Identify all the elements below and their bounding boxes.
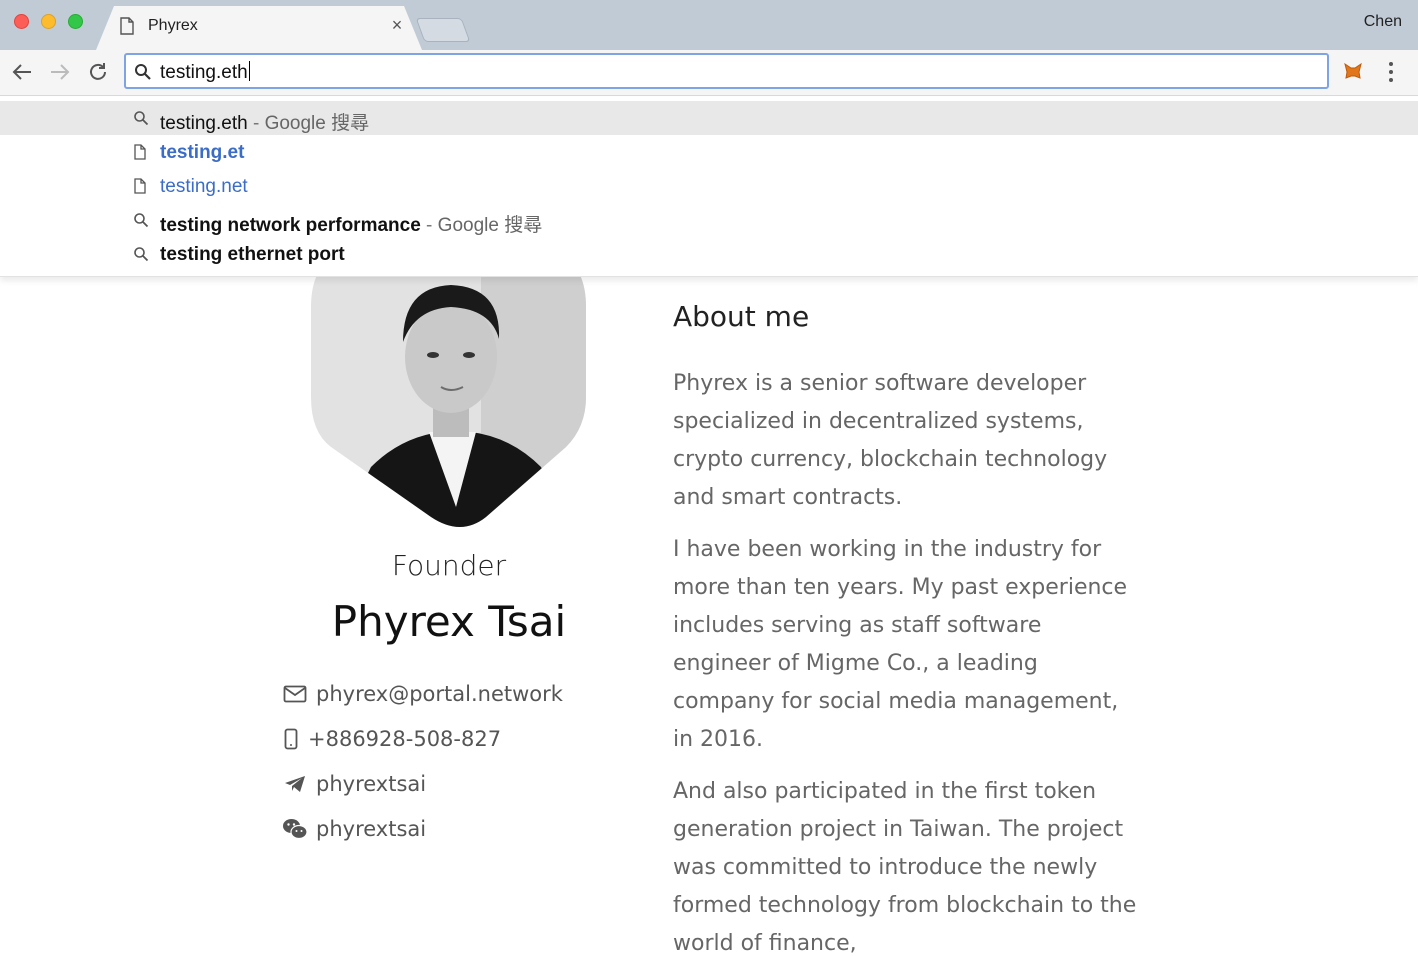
title-bar: Phyrex × Chen: [0, 0, 1418, 50]
address-bar[interactable]: testing.eth: [124, 53, 1329, 89]
suggestion-item[interactable]: testing ethernet port: [0, 237, 1418, 271]
search-icon: [134, 63, 152, 86]
contact-email[interactable]: phyrex@portal.network: [282, 679, 563, 709]
metamask-extension-icon[interactable]: [1343, 62, 1363, 85]
page-icon: [133, 178, 149, 194]
menu-dot: [1389, 62, 1393, 66]
suggestion-separator: -: [247, 113, 265, 134]
tab-title: Phyrex: [148, 17, 198, 34]
minimize-window-button[interactable]: [41, 14, 56, 29]
contact-phone-text[interactable]: +886928-508-827: [308, 727, 501, 751]
envelope-icon: [282, 683, 308, 705]
address-bar-text[interactable]: testing.eth: [160, 61, 250, 84]
profile-photo: [311, 247, 586, 527]
profile-name-heading: Phyrex Tsai: [331, 597, 567, 646]
reload-button[interactable]: [83, 57, 113, 87]
browser-menu-button[interactable]: [1380, 60, 1402, 84]
suggestion-text: testing.eth: [160, 113, 248, 134]
about-heading: About me: [673, 300, 810, 333]
suggestion-engine: Google 搜尋: [264, 113, 370, 134]
menu-dot: [1389, 70, 1393, 74]
forward-arrow-icon: [51, 64, 70, 80]
search-icon: [133, 212, 149, 228]
profile-role: Founder: [391, 549, 507, 582]
suggestion-item[interactable]: testing.net: [0, 169, 1418, 203]
suggestion-item[interactable]: testing.et: [0, 135, 1418, 169]
contact-telegram[interactable]: phyrextsai: [282, 769, 426, 799]
page-icon: [120, 17, 134, 40]
new-tab-button[interactable]: [415, 18, 471, 42]
menu-dot: [1389, 78, 1393, 82]
contact-telegram-text[interactable]: phyrextsai: [316, 772, 426, 796]
suggestion-engine: Google 搜尋: [437, 215, 543, 236]
forward-button[interactable]: [45, 57, 75, 87]
profile-name[interactable]: Chen: [1364, 13, 1402, 31]
about-paragraph: And also participated in the first token…: [673, 779, 1137, 956]
suggestion-item[interactable]: testing network performance - Google 搜尋: [0, 203, 1418, 237]
contact-wechat-text[interactable]: phyrextsai: [316, 817, 426, 841]
back-button[interactable]: [7, 57, 37, 87]
about-paragraph: I have been working in the industry for …: [673, 537, 1128, 752]
tab-phyrex[interactable]: [96, 6, 422, 50]
about-paragraph: Phyrex is a senior software developer sp…: [673, 371, 1108, 510]
phone-icon: [282, 728, 300, 750]
suggestion-item[interactable]: testing.eth - Google 搜尋: [0, 101, 1418, 135]
tab-close-icon[interactable]: ×: [386, 13, 408, 37]
search-icon: [133, 246, 149, 262]
suggestion-separator: -: [420, 215, 438, 236]
contact-phone[interactable]: +886928-508-827: [282, 724, 501, 754]
suggestion-url: testing.net: [160, 176, 248, 197]
contact-wechat[interactable]: phyrextsai: [282, 814, 426, 844]
page-icon: [133, 144, 149, 160]
suggestion-url: testing.et: [160, 142, 245, 163]
close-window-button[interactable]: [14, 14, 29, 29]
telegram-icon: [282, 773, 308, 795]
search-icon: [133, 110, 149, 126]
maximize-window-button[interactable]: [68, 14, 83, 29]
suggestion-text: testing ethernet port: [160, 244, 345, 265]
text-cursor: [248, 61, 250, 81]
omnibox-suggestions: testing.eth - Google 搜尋 testing.et testi…: [0, 97, 1418, 277]
wechat-icon: [282, 818, 308, 840]
toolbar: testing.eth: [0, 50, 1418, 96]
reload-icon: [90, 63, 106, 80]
back-arrow-icon: [12, 64, 31, 80]
contact-email-text[interactable]: phyrex@portal.network: [316, 682, 563, 706]
suggestion-text: testing network performance: [160, 215, 421, 236]
